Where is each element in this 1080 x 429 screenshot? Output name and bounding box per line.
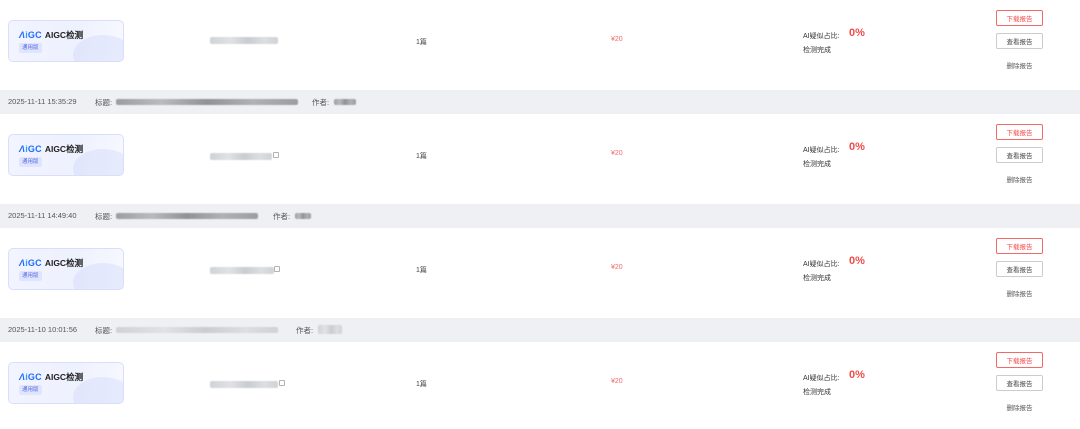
status-text: 检测完成 bbox=[803, 161, 831, 168]
order-row: Λi GC AIGC检测 通用版 1篇 ¥20 AI疑似占比: 0% 检测完成 下… bbox=[0, 114, 1080, 204]
redacted-filename bbox=[210, 37, 278, 44]
ai-ratio-label: AI疑似占比: bbox=[803, 375, 840, 382]
view-report-button[interactable]: 查看报告 bbox=[996, 375, 1043, 391]
copy-icon[interactable] bbox=[273, 152, 279, 158]
download-report-button[interactable]: 下载报告 bbox=[996, 238, 1043, 254]
product-title: Λi GC AIGC检测 bbox=[19, 143, 83, 155]
product-badge: 通用版 bbox=[19, 385, 42, 395]
product-name: AIGC检测 bbox=[44, 30, 84, 40]
ai-ratio-value: 0% bbox=[849, 27, 865, 39]
redacted-author bbox=[295, 213, 311, 219]
order-date: 2025-11-11 14:49:40 bbox=[8, 211, 77, 220]
document-count: 1篇 bbox=[416, 381, 427, 388]
redacted-author bbox=[334, 99, 356, 105]
ai-ratio-value: 0% bbox=[849, 255, 865, 267]
document-count: 1篇 bbox=[416, 39, 427, 46]
author-label: 作者: bbox=[312, 98, 330, 107]
ai-ratio-value: 0% bbox=[849, 369, 865, 381]
ai-ratio-label: AI疑似占比: bbox=[803, 261, 840, 268]
download-report-button[interactable]: 下载报告 bbox=[996, 10, 1043, 26]
title-label: 标题: bbox=[95, 212, 113, 221]
aigc-logo-icon: Λi GC bbox=[19, 372, 42, 382]
order-row: Λi GC AIGC检测 通用版 1篇 ¥20 AI疑似占比: 0% 检测完成 下… bbox=[0, 0, 1080, 90]
status-text: 检测完成 bbox=[803, 47, 831, 54]
product-name: AIGC检测 bbox=[44, 258, 84, 268]
product-card: Λi GC AIGC检测 通用版 bbox=[8, 248, 124, 290]
redacted-title bbox=[116, 213, 258, 219]
product-badge: 通用版 bbox=[19, 157, 42, 167]
order-row: Λi GC AIGC检测 通用版 1篇 ¥20 AI疑似占比: 0% 检测完成 下… bbox=[0, 342, 1080, 429]
aigc-logo-icon: Λi GC bbox=[19, 144, 42, 154]
view-report-button[interactable]: 查看报告 bbox=[996, 261, 1043, 277]
order-header: 2025-11-11 14:49:40 标题: 作者: bbox=[0, 204, 1080, 228]
aigc-logo-icon: Λi GC bbox=[19, 30, 42, 40]
title-label: 标题: bbox=[95, 98, 113, 107]
redacted-title bbox=[116, 327, 278, 333]
aigc-logo-icon: Λi GC bbox=[19, 258, 42, 268]
status-text: 检测完成 bbox=[803, 389, 831, 396]
ai-ratio-value: 0% bbox=[849, 141, 865, 153]
product-card: Λi GC AIGC检测 通用版 bbox=[8, 134, 124, 176]
product-title: Λi GC AIGC检测 bbox=[19, 257, 83, 269]
order-header: 2025-11-10 10:01:56 标题: 作者: bbox=[0, 318, 1080, 342]
order-list: Λi GC AIGC检测 通用版 1篇 ¥20 AI疑似占比: 0% 检测完成 下… bbox=[0, 0, 1080, 429]
view-report-button[interactable]: 查看报告 bbox=[996, 33, 1043, 49]
order-date: 2025-11-11 15:35:29 bbox=[8, 97, 77, 106]
price: ¥20 bbox=[611, 264, 623, 271]
price: ¥20 bbox=[611, 378, 623, 385]
redacted-filename bbox=[210, 153, 272, 160]
copy-icon[interactable] bbox=[274, 266, 280, 272]
order-date: 2025-11-10 10:01:56 bbox=[8, 325, 78, 334]
ai-ratio-label: AI疑似占比: bbox=[803, 147, 840, 154]
product-title: Λi GC AIGC检测 bbox=[19, 371, 83, 383]
author-label: 作者: bbox=[273, 212, 291, 221]
redacted-author bbox=[318, 325, 342, 334]
document-count: 1篇 bbox=[416, 267, 427, 274]
product-card: Λi GC AIGC检测 通用版 bbox=[8, 20, 124, 62]
author-label: 作者: bbox=[296, 326, 314, 335]
copy-icon[interactable] bbox=[279, 380, 285, 386]
product-badge: 通用版 bbox=[19, 271, 42, 281]
delete-report-button[interactable]: 删除报告 bbox=[996, 174, 1043, 184]
price: ¥20 bbox=[611, 150, 623, 157]
price: ¥20 bbox=[611, 36, 623, 43]
download-report-button[interactable]: 下载报告 bbox=[996, 124, 1043, 140]
status-text: 检测完成 bbox=[803, 275, 831, 282]
view-report-button[interactable]: 查看报告 bbox=[996, 147, 1043, 163]
title-label: 标题: bbox=[95, 326, 113, 335]
download-report-button[interactable]: 下载报告 bbox=[996, 352, 1043, 368]
document-count: 1篇 bbox=[416, 153, 427, 160]
delete-report-button[interactable]: 删除报告 bbox=[996, 402, 1043, 412]
product-card: Λi GC AIGC检测 通用版 bbox=[8, 362, 124, 404]
delete-report-button[interactable]: 删除报告 bbox=[996, 60, 1043, 70]
order-row: Λi GC AIGC检测 通用版 1篇 ¥20 AI疑似占比: 0% 检测完成 下… bbox=[0, 228, 1080, 318]
delete-report-button[interactable]: 删除报告 bbox=[996, 288, 1043, 298]
redacted-title bbox=[116, 99, 298, 105]
redacted-filename bbox=[210, 267, 274, 274]
ai-ratio-label: AI疑似占比: bbox=[803, 33, 840, 40]
product-badge: 通用版 bbox=[19, 43, 42, 53]
product-title: Λi GC AIGC检测 bbox=[19, 29, 83, 41]
order-header: 2025-11-11 15:35:29 标题: 作者: bbox=[0, 90, 1080, 114]
redacted-filename bbox=[210, 381, 278, 388]
product-name: AIGC检测 bbox=[44, 144, 84, 154]
product-name: AIGC检测 bbox=[44, 372, 84, 382]
